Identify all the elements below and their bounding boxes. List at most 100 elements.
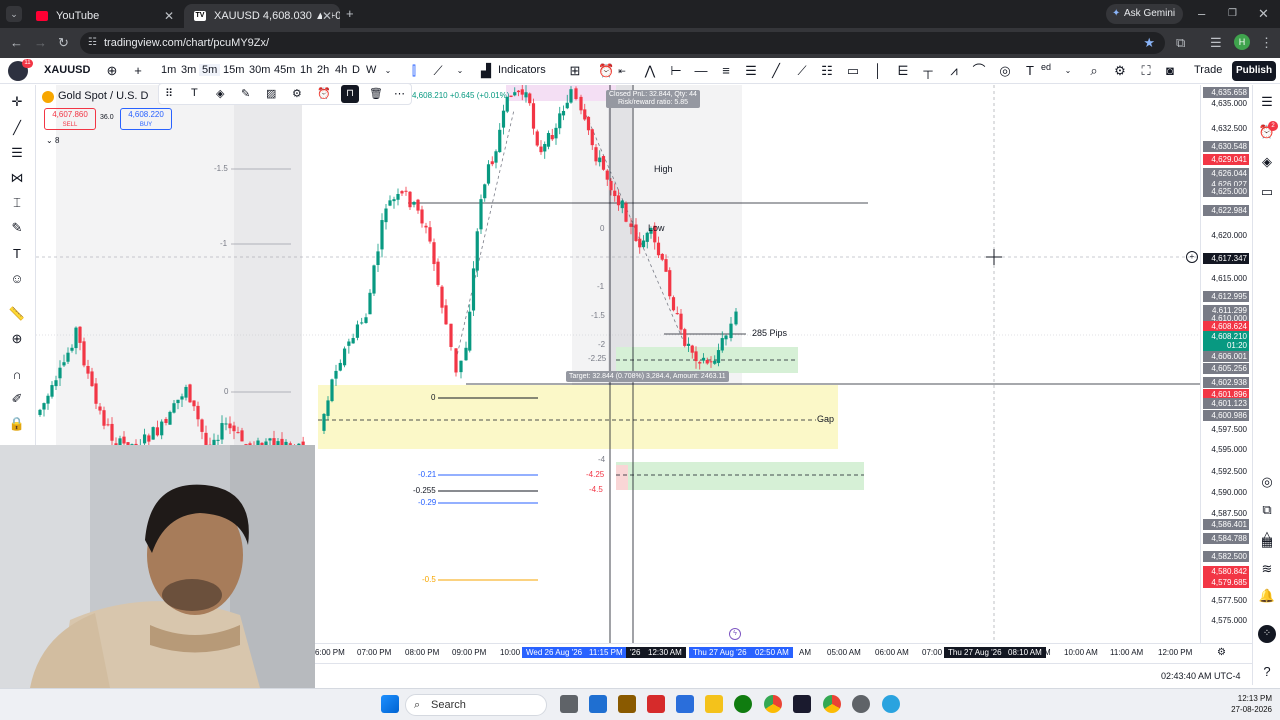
app-icon[interactable]	[589, 695, 607, 713]
buy-button[interactable]: 4,608.220 BUY	[120, 108, 172, 130]
rectangle-icon[interactable]: ▭	[845, 63, 861, 79]
notifications-icon[interactable]: 🔔	[1258, 587, 1276, 605]
timeframe-d[interactable]: D	[352, 64, 360, 76]
trash-icon[interactable]: 🗑	[369, 87, 383, 100]
forward-icon[interactable]: →	[34, 35, 47, 51]
timeframe-2h[interactable]: 2h	[317, 64, 329, 76]
tab-youtube[interactable]: YouTube ✕	[26, 4, 182, 28]
text-style-icon[interactable]: T	[191, 87, 198, 99]
indicators-button[interactable]: Indicators	[498, 64, 546, 76]
taskbar-search[interactable]: ⌕ Search	[405, 694, 547, 716]
text-icon[interactable]: T	[1022, 63, 1038, 79]
compare-icon[interactable]: ⊕	[104, 63, 120, 79]
ask-gemini-button[interactable]: ✦ Ask Gemini	[1106, 4, 1184, 24]
chrome-icon[interactable]	[823, 695, 841, 713]
layout-dropdown-icon[interactable]: ⌄	[1060, 63, 1076, 79]
app-icon[interactable]	[852, 695, 870, 713]
timeframe-5m[interactable]: 5m	[199, 64, 221, 76]
parallel-channel-icon[interactable]: ≡	[718, 63, 734, 79]
timeframe-3m[interactable]: 3m	[181, 64, 196, 76]
candles-icon[interactable]: ⫿	[406, 63, 422, 79]
zoom-in-icon[interactable]: ⊕	[8, 330, 26, 348]
fib-tool-icon[interactable]: ☰	[8, 144, 26, 162]
close-window-icon[interactable]: ✕	[1258, 6, 1269, 22]
close-tab-icon[interactable]: ✕	[321, 4, 332, 28]
fib-retracement-icon[interactable]: ☰	[743, 63, 759, 79]
minimize-icon[interactable]: –	[1198, 6, 1205, 22]
add-symbol-icon[interactable]: +	[130, 63, 146, 79]
alert-icon[interactable]: ⏰	[598, 63, 614, 79]
timeframe-4h[interactable]: 4h	[335, 64, 347, 76]
chrome-icon[interactable]	[764, 695, 782, 713]
timeframe-30m[interactable]: 30m	[249, 64, 270, 76]
crosshair-icon[interactable]: ✛	[8, 93, 26, 111]
legend-title[interactable]: Gold Spot / U.S. D	[58, 90, 148, 102]
url-bar[interactable]: ☷ tradingview.com/chart/pcuMY9Zx/ ★	[80, 32, 1165, 54]
app-icon[interactable]	[647, 695, 665, 713]
brush-tool-icon[interactable]: ✎	[8, 219, 26, 237]
path-icon[interactable]: ⩘	[946, 63, 962, 79]
ray-icon[interactable]: ⟋	[794, 63, 810, 79]
time-axis[interactable]: 6:00 PM 07:00 PM 08:00 PM 09:00 PM 10:00…	[315, 643, 1252, 663]
extensions-icon[interactable]: ⧉	[1176, 35, 1185, 51]
settings-gear-icon[interactable]: ⚙	[292, 87, 302, 100]
chart-type-dropdown-icon[interactable]: ⌄	[452, 63, 468, 79]
bookmark-star-icon[interactable]: ★	[1143, 32, 1155, 54]
indicators-icon[interactable]: ▟	[478, 63, 494, 79]
file-explorer-icon[interactable]	[705, 695, 723, 713]
drag-handle-icon[interactable]: ⠿	[165, 87, 173, 100]
axis-settings-icon[interactable]: ⚙	[1217, 647, 1226, 658]
tab-tradingview[interactable]: TV XAUUSD 4,608.030 ▲ +0.29% U ✕	[184, 4, 340, 28]
color-fill-icon[interactable]: ◈	[216, 87, 224, 100]
publish-button[interactable]: Publish	[1232, 61, 1276, 81]
emoji-tool-icon[interactable]: ☺	[8, 270, 26, 288]
back-icon[interactable]: ←	[10, 35, 23, 51]
timeframe-45m[interactable]: 45m	[274, 64, 295, 76]
reload-icon[interactable]: ↻	[58, 35, 69, 51]
help-icon[interactable]: ?	[1258, 663, 1276, 681]
fullscreen-icon[interactable]: ⛶	[1138, 63, 1154, 79]
stay-in-drawing-icon[interactable]: ✐	[8, 390, 26, 408]
ruler-tool-icon[interactable]: 📏	[8, 305, 26, 323]
layers-icon[interactable]: ◈	[1258, 153, 1276, 171]
hotlist-icon[interactable]: ⧉	[1258, 501, 1276, 519]
trend-line-icon[interactable]: ╱	[768, 63, 784, 79]
trade-button[interactable]: Trade	[1194, 64, 1222, 76]
chat-icon[interactable]: ▭	[1258, 183, 1276, 201]
maximize-icon[interactable]: ❐	[1228, 6, 1237, 22]
calendar-icon[interactable]: ▦	[1258, 533, 1276, 551]
line-chart-icon[interactable]: ⟋	[430, 63, 446, 79]
cross-line-icon[interactable]: ┬	[920, 63, 936, 79]
apps-grid-icon[interactable]: ⁘	[1258, 625, 1276, 643]
pattern-icon[interactable]: ⋀	[642, 63, 658, 79]
timeframe-1h[interactable]: 1h	[300, 64, 312, 76]
horizontal-line-icon[interactable]: —	[693, 63, 709, 79]
curve-icon[interactable]: ⌒	[971, 63, 987, 79]
vertical-line-icon[interactable]: │	[870, 63, 886, 79]
lightning-icon[interactable]: ϟ	[729, 628, 741, 640]
search-icon[interactable]: ⌕	[1086, 63, 1102, 79]
lock-icon[interactable]: ⊓	[341, 85, 359, 103]
windows-start-icon[interactable]	[381, 695, 399, 713]
timeframe-1m[interactable]: 1m	[161, 64, 176, 76]
lock-drawings-icon[interactable]: 🔒	[8, 415, 26, 433]
xbox-icon[interactable]	[734, 695, 752, 713]
stream-icon[interactable]: ≋	[1258, 560, 1276, 578]
template-icon[interactable]: ▨	[266, 87, 276, 100]
price-axis[interactable]: 4,635.6584,635.0004,632.5004,630.5484,63…	[1200, 85, 1252, 643]
replay-icon[interactable]: ⇤	[614, 63, 630, 79]
target-icon[interactable]: ◎	[1258, 473, 1276, 491]
site-info-icon[interactable]: ☷	[88, 32, 97, 54]
sell-button[interactable]: 4,607.860 SELL	[44, 108, 96, 130]
close-tab-icon[interactable]: ✕	[164, 4, 174, 28]
horizontal-ray-icon[interactable]: ⊢	[668, 63, 684, 79]
pattern-tool-icon[interactable]: ⋈	[8, 169, 26, 187]
snapshot-icon[interactable]: ◙	[1162, 63, 1178, 79]
circle-icon[interactable]: ◎	[997, 63, 1013, 79]
layout-name-partial[interactable]: ed	[1041, 62, 1051, 72]
trend-line-tool-icon[interactable]: ╱	[8, 119, 26, 137]
price-axis-crosshair-icon[interactable]: +	[1186, 251, 1198, 263]
fib-channel-icon[interactable]: ☷	[819, 63, 835, 79]
timeframe-dropdown-icon[interactable]: ⌄	[380, 63, 396, 79]
watchlist-icon[interactable]: ☰	[1258, 93, 1276, 111]
